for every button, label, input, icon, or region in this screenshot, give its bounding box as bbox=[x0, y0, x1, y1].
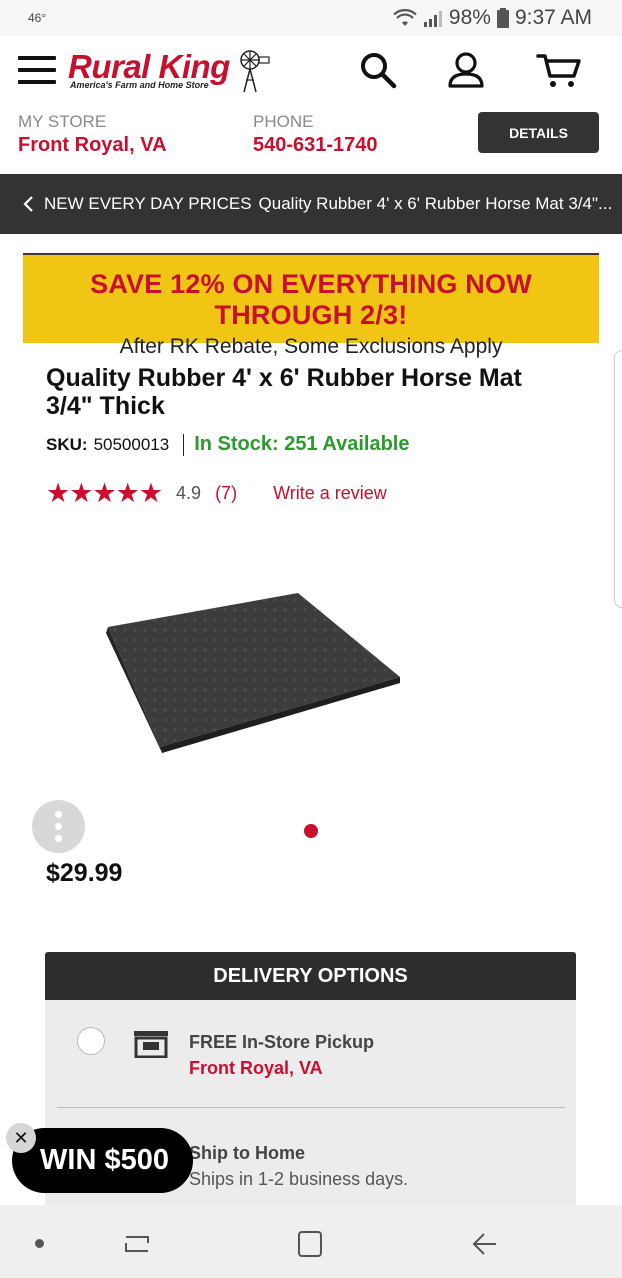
cart-icon[interactable] bbox=[536, 50, 582, 90]
ship-detail: Ships in 1-2 business days. bbox=[189, 1169, 409, 1189]
breadcrumb[interactable]: NEW EVERY DAY PRICES Quality Rubber 4' x… bbox=[0, 174, 622, 234]
promo-headline: SAVE 12% ON EVERYTHING NOW THROUGH 2/3! bbox=[90, 269, 532, 330]
breadcrumb-current: Quality Rubber 4' x 6' Rubber Horse Mat … bbox=[258, 194, 613, 213]
pickup-title: FREE In-Store Pickup bbox=[189, 1032, 375, 1052]
product-image[interactable] bbox=[100, 585, 410, 755]
clock: 9:37 AM bbox=[514, 6, 592, 29]
recents-icon[interactable] bbox=[122, 1229, 152, 1259]
review-count[interactable]: (7) bbox=[215, 483, 237, 504]
home-icon[interactable] bbox=[296, 1229, 324, 1259]
phone-label: PHONE bbox=[253, 112, 314, 131]
scroll-indicator bbox=[614, 350, 622, 608]
status-bar: 46° 98% 9:37 AM bbox=[0, 0, 622, 36]
promo-subline: After RK Rebate, Some Exclusions Apply bbox=[119, 335, 503, 358]
carousel-indicator[interactable] bbox=[304, 824, 318, 838]
product-price: $29.99 bbox=[46, 859, 123, 887]
rating-value: 4.9 bbox=[176, 483, 202, 503]
sku-label: SKU: bbox=[46, 434, 88, 454]
battery-icon bbox=[496, 8, 509, 28]
temperature-text: 46° bbox=[28, 11, 47, 25]
system-nav-bar bbox=[0, 1205, 622, 1278]
search-icon[interactable] bbox=[358, 50, 398, 90]
phone-number[interactable]: 540-631-1740 bbox=[253, 134, 378, 157]
close-icon[interactable]: ✕ bbox=[6, 1123, 36, 1153]
site-header: Rural King America's Farm and Home Store bbox=[0, 36, 622, 108]
rating-row: ★★★★★ 4.9 (7) Write a review bbox=[46, 478, 387, 509]
more-options-button[interactable] bbox=[32, 800, 85, 853]
divider bbox=[183, 433, 185, 456]
star-rating-icon[interactable]: ★★★★★ bbox=[46, 478, 163, 509]
store-info: MY STORE Front Royal, VA PHONE 540-631-1… bbox=[0, 108, 622, 174]
windmill-icon bbox=[240, 50, 270, 93]
write-review-link[interactable]: Write a review bbox=[273, 483, 387, 504]
sku-row: SKU: 50500013 In Stock: 251 Available bbox=[46, 433, 409, 456]
back-icon[interactable] bbox=[470, 1231, 498, 1257]
my-store[interactable]: MY STORE Front Royal, VA bbox=[18, 112, 167, 157]
rural-king-logo[interactable]: Rural King America's Farm and Home Store bbox=[68, 48, 273, 96]
pickup-store[interactable]: Front Royal, VA bbox=[189, 1058, 323, 1079]
logo-tagline: America's Farm and Home Store bbox=[70, 80, 209, 90]
nav-dot-icon[interactable] bbox=[35, 1239, 44, 1248]
store-phone[interactable]: PHONE 540-631-1740 bbox=[253, 112, 378, 157]
chevron-left-icon[interactable] bbox=[22, 195, 36, 213]
my-store-label: MY STORE bbox=[18, 112, 107, 131]
product-title: Quality Rubber 4' x 6' Rubber Horse Mat … bbox=[46, 364, 522, 420]
stock-status: In Stock: 251 Available bbox=[194, 433, 410, 455]
my-store-value[interactable]: Front Royal, VA bbox=[18, 134, 167, 157]
delivery-heading: DELIVERY OPTIONS bbox=[45, 952, 576, 1000]
account-icon[interactable] bbox=[446, 50, 486, 90]
menu-icon[interactable] bbox=[18, 56, 56, 86]
battery-percent: 98% bbox=[448, 6, 491, 29]
breadcrumb-category[interactable]: NEW EVERY DAY PRICES bbox=[44, 194, 252, 214]
promo-banner[interactable]: SAVE 12% ON EVERYTHING NOW THROUGH 2/3! … bbox=[23, 253, 599, 358]
wifi-icon bbox=[393, 9, 417, 26]
store-icon bbox=[134, 1031, 168, 1058]
details-button[interactable]: DETAILS bbox=[478, 112, 599, 153]
ship-title: Ship to Home bbox=[189, 1143, 305, 1163]
sku-value: 50500013 bbox=[93, 434, 170, 454]
divider bbox=[57, 1107, 565, 1108]
pickup-radio[interactable] bbox=[77, 1027, 105, 1055]
win-500-button[interactable]: WIN $500 bbox=[12, 1128, 193, 1193]
signal-icon bbox=[423, 11, 442, 27]
